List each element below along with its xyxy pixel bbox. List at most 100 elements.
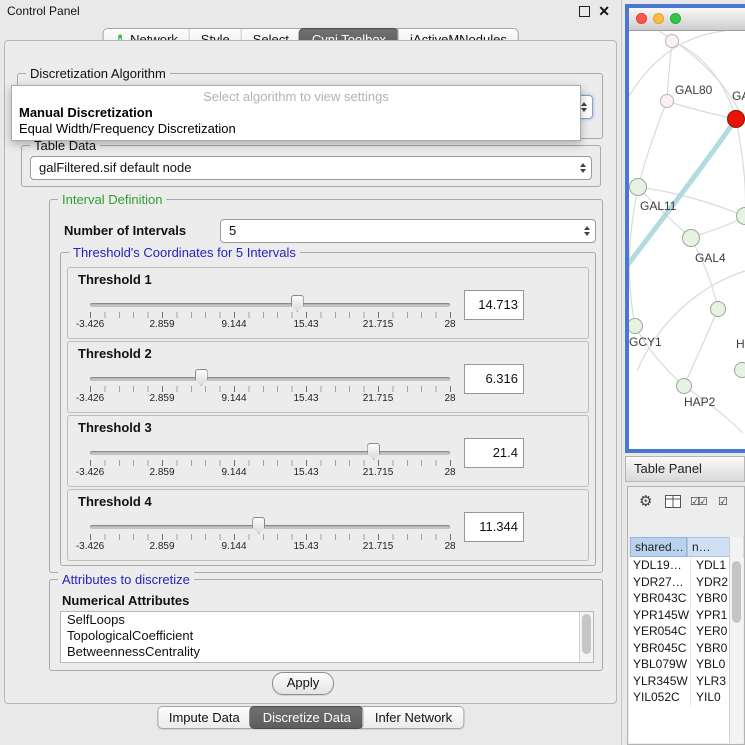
columns-icon[interactable] (665, 495, 681, 513)
threshold-2-slider[interactable]: -3.4262.8599.14415.4321.71528 (90, 368, 450, 406)
threshold-1-value-field[interactable]: 14.713 (464, 290, 524, 320)
slider-track[interactable] (90, 377, 450, 381)
gear-icon[interactable]: ⚙ (639, 492, 652, 510)
threshold-4-value-field[interactable]: 11.344 (464, 512, 524, 542)
threshold-3-value-field[interactable]: 21.4 (464, 438, 524, 468)
cell-shared-name: YBL079W (629, 656, 690, 673)
number-of-intervals-combobox[interactable]: 5 (220, 219, 596, 243)
network-node[interactable] (665, 34, 679, 48)
column-header-shared-name[interactable]: shared… (630, 537, 687, 557)
group-title: Discretization Algorithm (26, 66, 170, 81)
table-scrollbar[interactable] (729, 537, 743, 743)
algorithm-dropdown-popup: Select algorithm to view settings Manual… (11, 85, 581, 141)
list-item[interactable]: TopologicalCoefficient (61, 628, 593, 644)
threshold-3-slider[interactable]: -3.4262.8599.14415.4321.71528 (90, 442, 450, 480)
table-data-combobox[interactable]: galFiltered.sif default node (30, 156, 592, 180)
network-node[interactable] (682, 229, 700, 247)
slider-ticks (90, 460, 450, 466)
table-rows: YDL19…YDL1 YDR27…YDR2 YBR043CYBR0 YPR145… (629, 557, 743, 743)
algorithm-option-equal-width[interactable]: Equal Width/Frequency Discretization (12, 121, 580, 137)
threshold-1-slider[interactable]: -3.4262.8599.14415.4321.71528 (90, 294, 450, 332)
tab-discretize-data[interactable]: Discretize Data (250, 706, 364, 729)
slider-thumb[interactable] (367, 443, 380, 460)
close-traffic-light-icon[interactable] (636, 13, 647, 24)
slider-track[interactable] (90, 303, 450, 307)
list-item[interactable]: BetweennessCentrality (61, 644, 593, 660)
slider-track[interactable] (90, 451, 450, 455)
threshold-label: Threshold 4 (78, 494, 152, 509)
table-row[interactable]: YPR145WYPR1 (629, 607, 743, 624)
combobox-value: galFiltered.sif default node (39, 157, 191, 178)
slider-thumb[interactable] (252, 517, 265, 534)
tab-label: Discretize Data (263, 710, 351, 725)
cell-shared-name: YLR345W (629, 673, 690, 690)
app-root: Control Panel ✕ Network Style Select Cyn… (0, 0, 745, 745)
interval-definition-group: Interval Definition Number of Intervals … (49, 199, 603, 573)
table-panel-header[interactable]: Table Panel (625, 456, 745, 482)
tab-infer-network[interactable]: Infer Network (363, 707, 463, 728)
network-node[interactable] (727, 110, 745, 128)
threshold-2-value-field[interactable]: 6.316 (464, 364, 524, 394)
network-node-label: GCY1 (629, 335, 662, 349)
table-row[interactable]: YDR27…YDR2 (629, 574, 743, 591)
table-row[interactable]: YBR045CYBR0 (629, 640, 743, 657)
scrollbar-thumb[interactable] (732, 561, 741, 623)
minimize-traffic-light-icon[interactable] (653, 13, 664, 24)
algorithm-option-manual[interactable]: Manual Discretization (12, 105, 580, 121)
threshold-2-block: Threshold 2 -3.4262.8599.14415.4321.7152… (67, 341, 589, 413)
dropdown-prompt: Select algorithm to view settings (12, 89, 580, 105)
attributes-list[interactable]: SelfLoops TopologicalCoefficient Between… (60, 611, 594, 663)
combobox-value: 5 (229, 220, 236, 241)
network-node-label: H (736, 337, 745, 351)
stepper-icon (581, 102, 587, 112)
panel-title: Control Panel (7, 4, 80, 18)
threshold-label: Threshold 3 (78, 420, 152, 435)
threshold-4-slider[interactable]: -3.4262.8599.14415.4321.71528 (90, 516, 450, 554)
table-data-group: Table Data galFiltered.sif default node (21, 145, 601, 187)
network-node-label: GA (732, 89, 745, 103)
apply-button[interactable]: Apply (272, 672, 334, 695)
slider-ticks (90, 312, 450, 318)
table-row[interactable]: YBL079WYBL0 (629, 656, 743, 673)
select-all-columns-icon[interactable]: ☑☑ (690, 495, 706, 508)
slider-ticks (90, 386, 450, 392)
network-view-window: GAL80GAGAL11GAL4GCY1HHAP2 (625, 4, 745, 453)
scrollbar-thumb[interactable] (582, 614, 591, 654)
network-node[interactable] (660, 94, 674, 108)
network-canvas[interactable]: GAL80GAGAL11GAL4GCY1HHAP2 (629, 31, 745, 450)
slider-track[interactable] (90, 525, 450, 529)
group-title: Attributes to discretize (58, 572, 194, 587)
threshold-label: Threshold 1 (78, 272, 152, 287)
network-node-label: HAP2 (684, 395, 715, 409)
table-row[interactable]: YIL052CYIL0 (629, 689, 743, 706)
network-node[interactable] (710, 301, 726, 317)
select-column-icon[interactable]: ☑ (718, 495, 726, 508)
float-window-icon[interactable] (579, 6, 590, 17)
cell-shared-name: YIL052C (629, 689, 690, 706)
network-window-titlebar (629, 8, 745, 31)
attributes-group: Attributes to discretize Numerical Attri… (49, 579, 603, 671)
zoom-traffic-light-icon[interactable] (670, 13, 681, 24)
list-item[interactable]: SelfLoops (61, 612, 593, 628)
network-node[interactable] (734, 362, 745, 378)
cell-shared-name: YPR145W (629, 607, 690, 624)
tab-impute-data[interactable]: Impute Data (158, 707, 251, 728)
slider-ticks (90, 534, 450, 540)
network-node[interactable] (676, 378, 692, 394)
tab-label: Infer Network (375, 710, 452, 725)
network-node[interactable] (629, 178, 647, 196)
slider-thumb[interactable] (291, 295, 304, 312)
group-title: Threshold's Coordinates for 5 Intervals (69, 245, 300, 260)
close-icon[interactable]: ✕ (598, 3, 610, 20)
table-header-row: shared… n… (629, 537, 745, 557)
cyni-toolbox-panel: Discretization Algorithm Select algorith… (4, 40, 617, 704)
table-row[interactable]: YDL19…YDL1 (629, 557, 743, 574)
table-row[interactable]: YER054CYER0 (629, 623, 743, 640)
table-row[interactable]: YBR043CYBR0 (629, 590, 743, 607)
slider-thumb[interactable] (195, 369, 208, 386)
network-node-label: GAL4 (695, 251, 726, 265)
cell-shared-name: YBR045C (629, 640, 690, 657)
table-row[interactable]: YLR345WYLR3 (629, 673, 743, 690)
group-title: Interval Definition (58, 192, 166, 207)
attributes-scrollbar[interactable] (579, 612, 593, 662)
